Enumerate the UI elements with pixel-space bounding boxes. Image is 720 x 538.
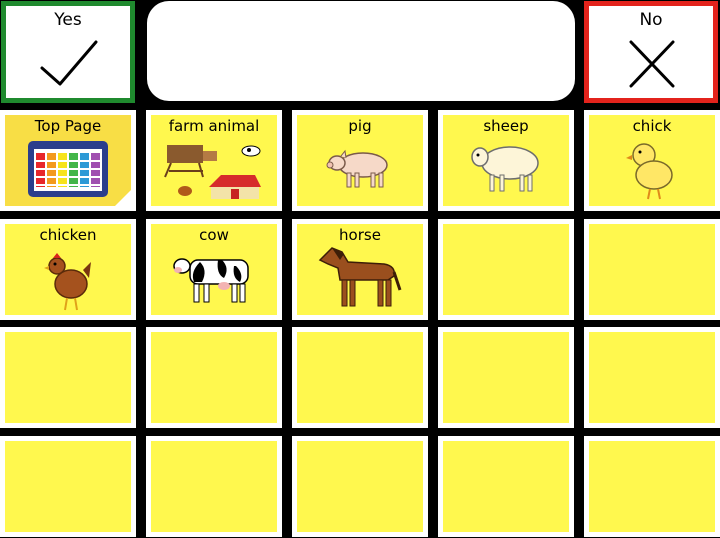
cell-empty[interactable] <box>146 327 282 428</box>
no-button[interactable]: No <box>584 1 718 103</box>
checkmark-icon <box>40 40 98 86</box>
cross-icon <box>629 40 675 88</box>
cell-label: sheep <box>483 117 529 135</box>
cell-label: Top Page <box>34 117 102 135</box>
chicken-icon <box>44 253 91 311</box>
cell-pig[interactable]: pig <box>292 110 428 211</box>
cell-label <box>443 332 569 334</box>
cell-empty[interactable] <box>584 219 720 320</box>
cell-empty[interactable] <box>0 436 136 537</box>
farm-scene-icon <box>164 145 261 199</box>
cell-label: pig <box>348 117 372 135</box>
cell-empty[interactable] <box>292 436 428 537</box>
cell-empty[interactable] <box>0 327 136 428</box>
cell-cow[interactable]: cow <box>146 219 282 320</box>
yes-label: Yes <box>54 10 82 30</box>
message-bar[interactable] <box>147 1 575 101</box>
cell-empty[interactable] <box>584 436 720 537</box>
cell-label <box>5 441 131 443</box>
cell-farm-animal[interactable]: farm animal <box>146 110 282 211</box>
cell-label <box>297 441 423 443</box>
cell-empty[interactable] <box>146 436 282 537</box>
cell-empty[interactable] <box>438 327 574 428</box>
cell-label: farm animal <box>168 117 260 135</box>
sheep-icon <box>471 146 539 192</box>
cow-icon <box>173 258 249 303</box>
cell-label <box>589 332 715 334</box>
cell-label <box>589 441 715 443</box>
cell-chicken[interactable]: chicken <box>0 219 136 320</box>
table-chart-icon <box>28 141 108 197</box>
yes-button[interactable]: Yes <box>1 1 135 103</box>
cell-label: cow <box>199 226 229 244</box>
cell-empty[interactable] <box>438 219 574 320</box>
cell-label <box>151 441 277 443</box>
cell-sheep[interactable]: sheep <box>438 110 574 211</box>
cell-horse[interactable]: horse <box>292 219 428 320</box>
cell-label: horse <box>339 226 381 244</box>
cell-empty[interactable] <box>438 436 574 537</box>
chick-icon <box>626 143 673 200</box>
cell-empty[interactable] <box>292 327 428 428</box>
cell-label <box>151 332 277 334</box>
cell-top-page[interactable]: Top Page <box>0 110 136 211</box>
cell-chick[interactable]: chick <box>584 110 720 211</box>
cell-label: chick <box>632 117 672 135</box>
pig-icon <box>326 149 388 188</box>
no-label: No <box>639 10 663 30</box>
cell-label <box>297 332 423 334</box>
horse-icon <box>318 247 402 307</box>
cell-label <box>443 224 569 226</box>
cell-label <box>5 332 131 334</box>
cell-label <box>443 441 569 443</box>
cell-label: chicken <box>39 226 97 244</box>
cell-empty[interactable] <box>584 327 720 428</box>
cell-label <box>589 224 715 226</box>
